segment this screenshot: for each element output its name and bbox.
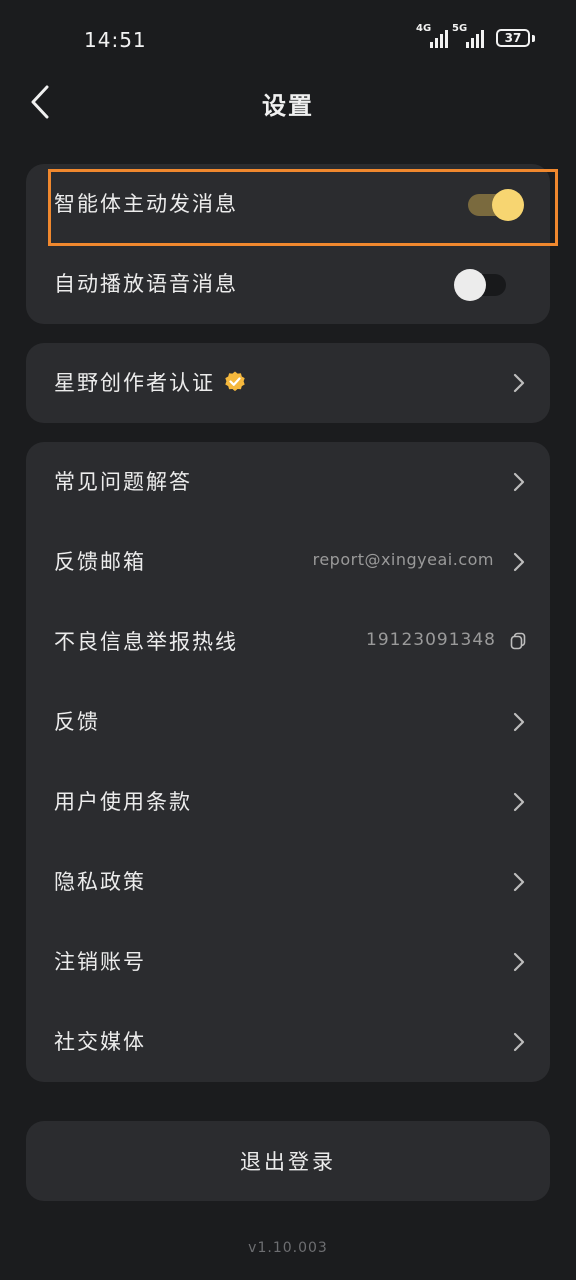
menu-label: 用户使用条款 (54, 790, 192, 814)
notification-settings-card: 智能体主动发消息 自动播放语音消息 (26, 164, 550, 324)
nav-bar: 设置 (0, 80, 576, 124)
help-menu-card: 常见问题解答 反馈邮箱 report@xingyeai.com 不良信息举报热线… (26, 442, 550, 1082)
menu-item-feedback[interactable]: 反馈 (26, 682, 550, 762)
creator-row-inner: 星野创作者认证 (26, 343, 550, 423)
page-title: 设置 (262, 92, 314, 120)
menu-item-feedback-email[interactable]: 反馈邮箱 report@xingyeai.com (26, 522, 550, 602)
chevron-right-icon (513, 472, 525, 492)
creator-label: 星野创作者认证 (54, 371, 215, 395)
status-bar: 14:51 4G 5G 37 (0, 0, 576, 80)
chevron-right-icon (513, 1032, 525, 1052)
app-version: v1.10.003 (248, 1240, 328, 1256)
battery-cap (532, 35, 535, 42)
creator-verification-row[interactable]: 星野创作者认证 (26, 343, 550, 423)
menu-item-report-hotline: 不良信息举报热线 19123091348 (26, 602, 550, 682)
toggle-row-auto-voice: 自动播放语音消息 (26, 244, 550, 324)
signal-4g-icon: 4G (416, 23, 448, 48)
toggle-label: 智能体主动发消息 (54, 192, 238, 216)
toggle-label: 自动播放语音消息 (54, 272, 238, 296)
creator-label-group: 星野创作者认证 (54, 367, 247, 397)
logout-label: 退出登录 (240, 1150, 336, 1174)
menu-item-faq[interactable]: 常见问题解答 (26, 442, 550, 522)
chevron-right-icon (513, 552, 525, 572)
chevron-right-icon (513, 872, 525, 892)
logout-button[interactable]: 退出登录 (26, 1121, 550, 1201)
feedback-email-value: report@xingyeai.com (312, 550, 494, 569)
chevron-right-icon (513, 792, 525, 812)
agent-messages-toggle[interactable] (468, 189, 524, 221)
auto-voice-toggle[interactable] (454, 269, 506, 301)
verified-badge-icon (225, 371, 245, 392)
menu-label: 不良信息举报热线 (54, 630, 238, 654)
signal-5g-icon: 5G (452, 23, 488, 48)
toggle-knob (454, 269, 486, 301)
battery-icon: 37 (496, 29, 530, 47)
status-time: 14:51 (84, 28, 147, 52)
chevron-right-icon (513, 952, 525, 972)
copy-icon[interactable] (510, 632, 526, 650)
toggle-knob (492, 189, 524, 221)
menu-label: 反馈 (54, 710, 100, 734)
menu-label: 社交媒体 (54, 1030, 146, 1054)
menu-item-social-media[interactable]: 社交媒体 (26, 1002, 550, 1082)
menu-item-terms[interactable]: 用户使用条款 (26, 762, 550, 842)
menu-label: 注销账号 (54, 950, 146, 974)
menu-item-privacy[interactable]: 隐私政策 (26, 842, 550, 922)
menu-label: 常见问题解答 (54, 470, 192, 494)
chevron-right-icon (513, 373, 525, 393)
menu-label: 隐私政策 (54, 870, 146, 894)
report-hotline-value: 19123091348 (366, 630, 496, 650)
toggle-row-agent-messages: 智能体主动发消息 (26, 164, 550, 244)
menu-item-delete-account[interactable]: 注销账号 (26, 922, 550, 1002)
menu-label: 反馈邮箱 (54, 550, 146, 574)
battery-level: 37 (504, 31, 522, 45)
chevron-right-icon (513, 712, 525, 732)
